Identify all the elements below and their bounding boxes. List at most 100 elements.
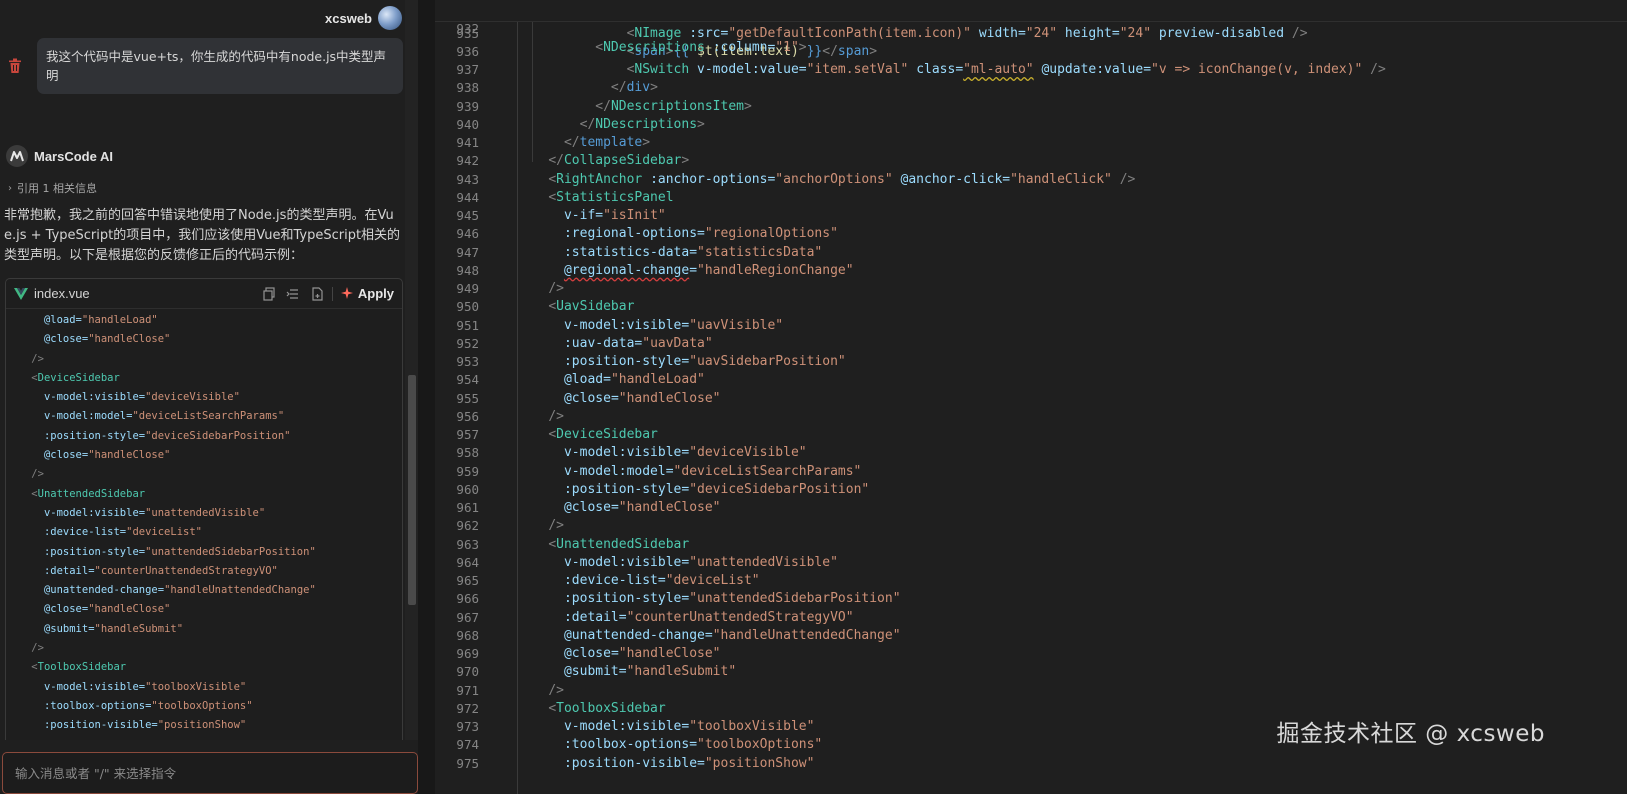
line-number: 966 <box>456 591 479 607</box>
code-line[interactable]: 948 @regional-change="handleRegionChange… <box>435 262 1627 281</box>
code-line[interactable]: 970 @submit="handleSubmit" <box>435 663 1627 682</box>
code-text: :position-style="deviceSidebarPosition" <box>563 481 870 497</box>
code-line[interactable]: 937 <NSwitch v-model:value="item.setVal"… <box>435 61 1627 80</box>
code-line[interactable]: 963 <UnattendedSidebar <box>435 536 1627 555</box>
snippet-line: :position-visible="positionShow" <box>43 719 247 732</box>
line-number: 962 <box>456 518 479 534</box>
line-number: 958 <box>456 445 479 461</box>
insert-code-icon[interactable] <box>286 287 300 301</box>
code-line[interactable]: 955 @close="handleClose" <box>435 390 1627 409</box>
apply-button[interactable]: Apply <box>340 286 394 301</box>
line-number: 949 <box>456 281 479 296</box>
code-line[interactable]: 959 v-model:model="deviceListSearchParam… <box>435 463 1627 482</box>
code-line[interactable]: 947 :statistics-data="statisticsData" <box>435 244 1627 263</box>
code-line[interactable]: 938 </div> <box>435 79 1627 98</box>
code-text: </CollapseSidebar> <box>548 153 690 169</box>
snippet-line: /> <box>31 468 44 481</box>
assistant-header: MarsCode AI <box>6 145 113 167</box>
line-number: 945 <box>456 208 479 223</box>
code-line[interactable]: 939 </NDescriptionsItem> <box>435 98 1627 117</box>
snippet-line: :toolbox-options="toolboxOptions" <box>43 699 253 712</box>
line-number: 964 <box>456 554 479 570</box>
code-text: :toolbox-options="toolboxOptions" <box>563 737 823 753</box>
code-line[interactable]: 960 :position-style="deviceSidebarPositi… <box>435 481 1627 500</box>
code-text: </NDescriptions> <box>579 116 705 132</box>
code-line[interactable]: 967 :detail="counterUnattendedStrategyVO… <box>435 609 1627 628</box>
code-text: </div> <box>610 80 658 96</box>
code-card-header: index.vue Apply <box>6 279 402 309</box>
code-text: :statistics-data="statisticsData" <box>563 244 823 260</box>
code-line[interactable]: 969 @close="handleClose" <box>435 645 1627 664</box>
snippet-line: v-model:visible="deviceVisible" <box>43 391 240 404</box>
code-line[interactable]: 962 /> <box>435 517 1627 536</box>
chat-history[interactable]: xcsweb 我这个代码中是vue+ts，你生成的代码中有node.js中类型声… <box>0 0 418 740</box>
panel-splitter[interactable] <box>418 0 435 794</box>
snippet-line: @load="handleLoad" <box>43 314 158 326</box>
code-file-name: index.vue <box>34 286 90 301</box>
code-text: :position-style="uavSidebarPosition" <box>563 354 846 369</box>
code-text: /> <box>548 281 564 296</box>
code-line[interactable]: 943 <RightAnchor :anchor-options="anchor… <box>435 171 1627 190</box>
sticky-line[interactable]: 932 <NDescriptions :column="1"> <box>435 1 1627 55</box>
code-line[interactable]: 952 :uav-data="uavData" <box>435 335 1627 354</box>
chat-scrollbar-track[interactable] <box>405 0 418 740</box>
chat-scrollbar-thumb[interactable] <box>408 375 416 605</box>
snippet-line: @close="handleClose" <box>43 333 171 346</box>
code-line[interactable]: 958 v-model:visible="deviceVisible" <box>435 444 1627 463</box>
code-text: v-model:visible="uavVisible" <box>563 317 784 333</box>
code-text: :regional-options="regionalOptions" <box>563 226 838 242</box>
code-editor[interactable]: 932 <NDescriptions :column="1"> 935 <NIm… <box>435 0 1627 794</box>
code-text: /> <box>548 408 564 424</box>
code-line[interactable]: 945 v-if="isInit" <box>435 207 1627 226</box>
code-text: v-model:model="deviceListSearchParams" <box>563 463 862 479</box>
line-number: 972 <box>456 700 479 716</box>
code-text: :position-style="unattendedSidebarPositi… <box>563 591 901 607</box>
snippet-line: v-model:model="deviceListSearchParams" <box>43 410 285 423</box>
code-text: :position-visible="positionShow" <box>563 755 815 771</box>
code-line[interactable]: 944 <StatisticsPanel <box>435 189 1627 208</box>
copy-icon[interactable] <box>262 286 276 301</box>
code-line[interactable]: 968 @unattended-change="handleUnattended… <box>435 627 1627 646</box>
line-number: 942 <box>456 153 479 169</box>
code-line[interactable]: 940 </NDescriptions> <box>435 116 1627 135</box>
line-number: 947 <box>456 244 479 260</box>
line-number: 952 <box>456 335 479 351</box>
apply-label: Apply <box>357 286 394 301</box>
watermark: 掘金技术社区 @ xcsweb <box>1276 721 1545 747</box>
line-number: 975 <box>456 755 479 771</box>
snippet-line: :detail="counterUnattendedStrategyVO" <box>43 564 278 577</box>
code-text: <NSwitch v-model:value="item.setVal" cla… <box>626 62 1386 77</box>
code-line[interactable]: 965 :device-list="deviceList" <box>435 572 1627 591</box>
code-text: v-model:visible="unattendedVisible" <box>563 554 838 570</box>
new-file-icon[interactable] <box>310 286 324 301</box>
snippet-line: v-model:visible="unattendedVisible" <box>43 506 266 519</box>
line-number: 951 <box>456 317 479 333</box>
chat-input[interactable] <box>3 753 417 793</box>
code-line[interactable]: 975 :position-visible="positionShow" <box>435 755 1627 774</box>
code-line[interactable]: 953 :position-style="uavSidebarPosition" <box>435 353 1627 372</box>
code-line[interactable]: 946 :regional-options="regionalOptions" <box>435 225 1627 244</box>
code-line[interactable]: 961 @close="handleClose" <box>435 499 1627 518</box>
code-line[interactable]: 954 @load="handleLoad" <box>435 371 1627 390</box>
line-number: 957 <box>456 427 479 442</box>
line-number: 961 <box>456 500 479 515</box>
code-line[interactable]: 956 /> <box>435 408 1627 427</box>
code-line[interactable]: 942 </CollapseSidebar> <box>435 152 1627 171</box>
sticky-scroll-header[interactable]: 932 <NDescriptions :column="1"> <box>435 0 1627 55</box>
code-line[interactable]: 951 v-model:visible="uavVisible" <box>435 317 1627 336</box>
code-line[interactable]: 971 /> <box>435 682 1627 701</box>
code-line[interactable]: 949 /> <box>435 280 1627 299</box>
code-line[interactable]: 964 v-model:visible="unattendedVisible" <box>435 554 1627 573</box>
code-line[interactable]: 966 :position-style="unattendedSidebarPo… <box>435 590 1627 609</box>
code-text: <StatisticsPanel <box>548 189 674 205</box>
code-line[interactable]: 950 <UavSidebar <box>435 298 1627 317</box>
reference-toggle[interactable]: › 引用 1 相关信息 <box>8 180 97 196</box>
line-number: 944 <box>456 189 479 205</box>
code-line[interactable]: 957 <DeviceSidebar <box>435 426 1627 445</box>
snippet-line: :position-style="deviceSidebarPosition" <box>43 429 291 442</box>
code-line[interactable]: 941 </template> <box>435 134 1627 153</box>
code-card-body[interactable]: @load="handleLoad" @close="handleClose" … <box>6 309 402 736</box>
delete-trash-icon[interactable] <box>8 58 22 74</box>
code-text: /> <box>548 518 564 534</box>
snippet-line: /> <box>31 642 44 655</box>
